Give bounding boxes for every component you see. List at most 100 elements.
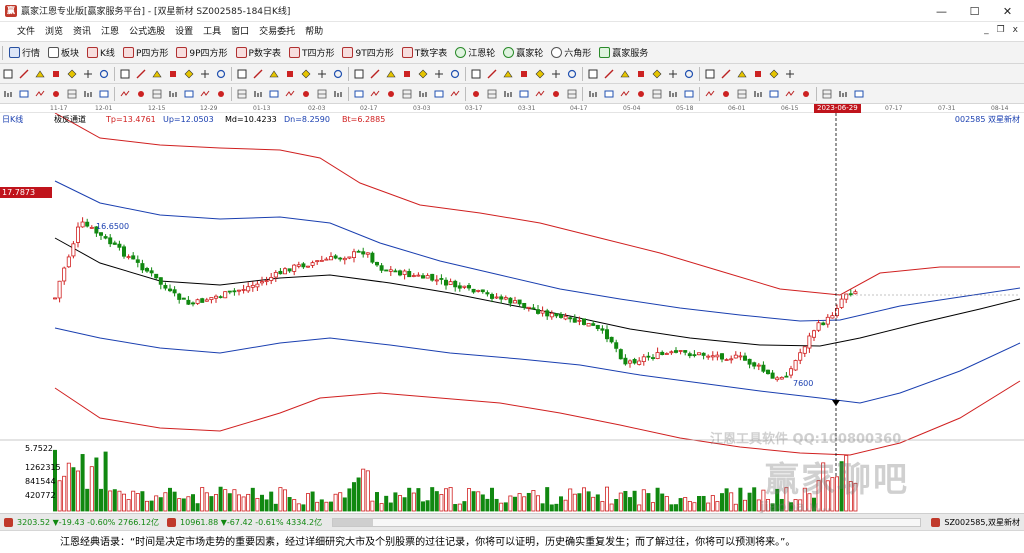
analysis-tool-25-icon[interactable] [400,87,414,101]
chart-scrollbar[interactable] [332,517,922,527]
draw-tool-4-icon[interactable] [49,67,63,81]
kline-button[interactable]: K线 [83,44,119,62]
draw-tool-9-icon[interactable] [134,67,148,81]
draw-tool-41-icon[interactable] [666,67,680,81]
draw-tool-40-icon[interactable] [650,67,664,81]
draw-tool-6-icon[interactable] [81,67,95,81]
analysis-tool-22-icon[interactable] [352,87,366,101]
analysis-tool-40-icon[interactable] [650,87,664,101]
analysis-tool-28-icon[interactable] [448,87,462,101]
analysis-tool-14-icon[interactable] [214,87,228,101]
menu-browse[interactable]: 浏览 [40,22,68,42]
draw-tool-44-icon[interactable] [719,67,733,81]
draw-tool-26-icon[interactable] [416,67,430,81]
analysis-tool-45-icon[interactable] [735,87,749,101]
draw-tool-19-icon[interactable] [299,67,313,81]
9p-square-button[interactable]: 9P四方形 [172,44,231,62]
sh-index-status[interactable]: 3203.52 ▼-19.43 -0.60% 2766.12亿 [0,514,163,531]
maximize-button[interactable]: ☐ [958,0,991,22]
menu-file[interactable]: 文件 [0,22,40,42]
analysis-tool-35-icon[interactable] [565,87,579,101]
gann-wheel-button[interactable]: 江恩轮 [451,44,499,62]
draw-tool-21-icon[interactable] [331,67,345,81]
analysis-tool-34-icon[interactable] [549,87,563,101]
analysis-tool-36-icon[interactable] [586,87,600,101]
draw-tool-24-icon[interactable] [384,67,398,81]
menu-tools[interactable]: 工具 [198,22,226,42]
menu-settings[interactable]: 设置 [170,22,198,42]
draw-tool-29-icon[interactable] [469,67,483,81]
draw-tool-17-icon[interactable] [267,67,281,81]
mdi-restore-button[interactable]: ❐ [997,25,1005,35]
mdi-minimize-button[interactable]: _ [984,25,989,35]
draw-tool-32-icon[interactable] [517,67,531,81]
draw-tool-39-icon[interactable] [634,67,648,81]
t-square-button[interactable]: T四方形 [285,44,339,62]
analysis-tool-10-icon[interactable] [150,87,164,101]
draw-tool-3-icon[interactable] [33,67,47,81]
draw-tool-37-icon[interactable] [602,67,616,81]
analysis-tool-17-icon[interactable] [267,87,281,101]
service-button[interactable]: 赢家服务 [595,44,652,62]
analysis-tool-5-icon[interactable] [65,87,79,101]
mdi-close-button[interactable]: x [1013,25,1018,35]
analysis-tool-41-icon[interactable] [666,87,680,101]
analysis-tool-32-icon[interactable] [517,87,531,101]
analysis-tool-29-icon[interactable] [469,87,483,101]
close-button[interactable]: ✕ [991,0,1024,22]
analysis-tool-26-icon[interactable] [416,87,430,101]
draw-tool-28-icon[interactable] [448,67,462,81]
9t-square-button[interactable]: 9T四方形 [338,44,397,62]
draw-tool-7-icon[interactable] [97,67,111,81]
p-table-button[interactable]: P数字表 [232,44,285,62]
draw-tool-22-icon[interactable] [352,67,366,81]
draw-tool-12-icon[interactable] [182,67,196,81]
analysis-tool-42-icon[interactable] [682,87,696,101]
analysis-tool-4-icon[interactable] [49,87,63,101]
draw-tool-11-icon[interactable] [166,67,180,81]
draw-tool-34-icon[interactable] [549,67,563,81]
analysis-tool-46-icon[interactable] [751,87,765,101]
draw-tool-38-icon[interactable] [618,67,632,81]
analysis-tool-20-icon[interactable] [315,87,329,101]
analysis-tool-37-icon[interactable] [602,87,616,101]
analysis-tool-11-icon[interactable] [166,87,180,101]
minimize-button[interactable]: — [925,0,958,22]
analysis-tool-2-icon[interactable] [17,87,31,101]
analysis-tool-39-icon[interactable] [634,87,648,101]
p-square-button[interactable]: P四方形 [119,44,172,62]
analysis-tool-51-icon[interactable] [836,87,850,101]
draw-tool-36-icon[interactable] [586,67,600,81]
draw-tool-10-icon[interactable] [150,67,164,81]
analysis-tool-19-icon[interactable] [299,87,313,101]
draw-tool-8-icon[interactable] [118,67,132,81]
menu-gann[interactable]: 江恩 [96,22,124,42]
menu-formula[interactable]: 公式选股 [124,22,170,42]
sectors-button[interactable]: 板块 [44,44,83,62]
draw-tool-42-icon[interactable] [682,67,696,81]
draw-tool-15-icon[interactable] [235,67,249,81]
draw-tool-47-icon[interactable] [767,67,781,81]
analysis-tool-44-icon[interactable] [719,87,733,101]
analysis-tool-23-icon[interactable] [368,87,382,101]
analysis-tool-15-icon[interactable] [235,87,249,101]
analysis-tool-1-icon[interactable] [1,87,15,101]
analysis-tool-27-icon[interactable] [432,87,446,101]
analysis-tool-50-icon[interactable] [820,87,834,101]
quotes-button[interactable]: 行情 [5,44,44,62]
draw-tool-31-icon[interactable] [501,67,515,81]
analysis-tool-9-icon[interactable] [134,87,148,101]
draw-tool-48-icon[interactable] [783,67,797,81]
menu-help[interactable]: 帮助 [300,22,328,42]
draw-tool-13-icon[interactable] [198,67,212,81]
hexagon-button[interactable]: 六角形 [547,44,595,62]
analysis-tool-43-icon[interactable] [703,87,717,101]
analysis-tool-3-icon[interactable] [33,87,47,101]
draw-tool-16-icon[interactable] [251,67,265,81]
analysis-tool-38-icon[interactable] [618,87,632,101]
analysis-tool-12-icon[interactable] [182,87,196,101]
draw-tool-14-icon[interactable] [214,67,228,81]
draw-tool-1-icon[interactable] [1,67,15,81]
analysis-tool-8-icon[interactable] [118,87,132,101]
draw-tool-46-icon[interactable] [751,67,765,81]
